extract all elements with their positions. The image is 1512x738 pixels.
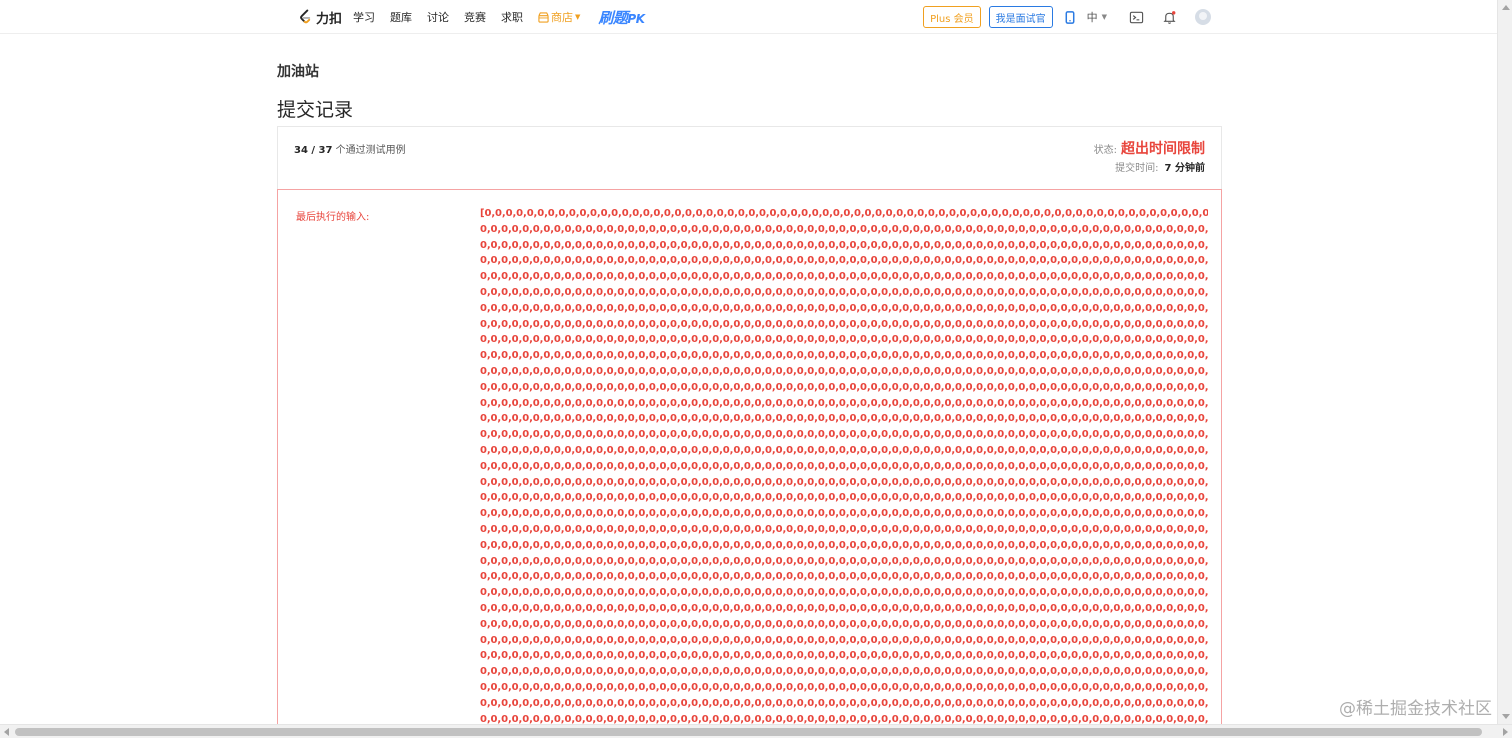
input-line: 0,0,0,0,0,0,0,0,0,0,0,0,0,0,0,0,0,0,0,0,… bbox=[480, 697, 1208, 709]
language-dropdown[interactable]: 中 ▼ bbox=[1087, 9, 1107, 25]
input-line: 0,0,0,0,0,0,0,0,0,0,0,0,0,0,0,0,0,0,0,0,… bbox=[480, 587, 1208, 599]
scroll-down-icon[interactable] bbox=[1502, 714, 1510, 719]
nav-links: 学习 题库 讨论 竞赛 求职 商店 ▼ 刷题PK bbox=[353, 0, 645, 34]
phone-icon[interactable] bbox=[1065, 10, 1075, 24]
submit-time-value: 7 分钟前 bbox=[1164, 163, 1205, 174]
avatar[interactable] bbox=[1195, 9, 1211, 25]
logo-text: 力扣 bbox=[316, 11, 343, 27]
slash-separator: / bbox=[307, 145, 319, 156]
chevron-down-icon: ▼ bbox=[575, 13, 581, 21]
status-badge: 超出时间限制 bbox=[1121, 141, 1205, 157]
input-line: 0,0,0,0,0,0,0,0,0,0,0,0,0,0,0,0,0,0,0,0,… bbox=[480, 666, 1208, 678]
input-line: 0,0,0,0,0,0,0,0,0,0,0,0,0,0,0,0,0,0,0,0,… bbox=[480, 555, 1208, 567]
input-line: 0,0,0,0,0,0,0,0,0,0,0,0,0,0,0,0,0,0,0,0,… bbox=[480, 508, 1208, 520]
input-line: 0,0,0,0,0,0,0,0,0,0,0,0,0,0,0,0,0,0,0,0,… bbox=[480, 650, 1208, 662]
input-line: 0,0,0,0,0,0,0,0,0,0,0,0,0,0,0,0,0,0,0,0,… bbox=[480, 492, 1208, 504]
status-label: 状态: bbox=[1093, 145, 1117, 156]
input-line: 0,0,0,0,0,0,0,0,0,0,0,0,0,0,0,0,0,0,0,0,… bbox=[480, 429, 1208, 441]
input-line: 0,0,0,0,0,0,0,0,0,0,0,0,0,0,0,0,0,0,0,0,… bbox=[480, 539, 1208, 551]
submit-time-line: 提交时间: 7 分钟前 bbox=[1115, 159, 1205, 174]
plus-member-button[interactable]: Plus 会员 bbox=[923, 6, 981, 28]
terminal-icon[interactable] bbox=[1129, 10, 1144, 25]
nav-link-contest[interactable]: 竞赛 bbox=[464, 9, 486, 25]
language-label: 中 bbox=[1086, 11, 1098, 24]
passed-count: 34 bbox=[294, 145, 308, 156]
input-line: 0,0,0,0,0,0,0,0,0,0,0,0,0,0,0,0,0,0,0,0,… bbox=[480, 444, 1208, 456]
input-line: 0,0,0,0,0,0,0,0,0,0,0,0,0,0,0,0,0,0,0,0,… bbox=[480, 334, 1208, 346]
scroll-up-icon[interactable] bbox=[1502, 5, 1510, 10]
pk-label: 刷题 bbox=[598, 8, 628, 27]
input-line-first: [0,0,0,0,0,0,0,0,0,0,0,0,0,0,0,0,0,0,0,0… bbox=[480, 208, 1208, 219]
input-line: 0,0,0,0,0,0,0,0,0,0,0,0,0,0,0,0,0,0,0,0,… bbox=[480, 397, 1208, 409]
brand-title: 加油站 bbox=[277, 64, 319, 80]
input-line: 0,0,0,0,0,0,0,0,0,0,0,0,0,0,0,0,0,0,0,0,… bbox=[480, 318, 1208, 330]
input-line: 0,0,0,0,0,0,0,0,0,0,0,0,0,0,0,0,0,0,0,0,… bbox=[480, 476, 1208, 488]
nav-link-jobs[interactable]: 求职 bbox=[501, 9, 523, 25]
status-line: 状态: 超出时间限制 bbox=[1094, 138, 1205, 158]
nav-link-problems[interactable]: 题库 bbox=[390, 9, 412, 25]
watermark: @稀土掘金技术社区 bbox=[1339, 699, 1492, 719]
input-line: 0,0,0,0,0,0,0,0,0,0,0,0,0,0,0,0,0,0,0,0,… bbox=[480, 602, 1208, 614]
input-line: 0,0,0,0,0,0,0,0,0,0,0,0,0,0,0,0,0,0,0,0,… bbox=[480, 223, 1208, 235]
submit-time-label: 提交时间: bbox=[1115, 163, 1159, 174]
bell-icon[interactable] bbox=[1162, 10, 1177, 25]
input-line: 0,0,0,0,0,0,0,0,0,0,0,0,0,0,0,0,0,0,0,0,… bbox=[480, 618, 1208, 630]
input-line: 0,0,0,0,0,0,0,0,0,0,0,0,0,0,0,0,0,0,0,0,… bbox=[480, 239, 1208, 251]
passed-cases-text: 个通过测试用例 bbox=[335, 145, 406, 156]
input-line: 0,0,0,0,0,0,0,0,0,0,0,0,0,0,0,0,0,0,0,0,… bbox=[480, 255, 1208, 267]
scroll-left-icon[interactable] bbox=[4, 728, 9, 736]
total-count: 37 bbox=[318, 145, 333, 156]
leetcode-logo-icon bbox=[300, 9, 311, 24]
nav-store-dropdown[interactable]: 商店 ▼ bbox=[538, 9, 580, 25]
input-line: 0,0,0,0,0,0,0,0,0,0,0,0,0,0,0,0,0,0,0,0,… bbox=[480, 271, 1208, 283]
chevron-down-icon: ▼ bbox=[1101, 13, 1107, 21]
input-line: 0,0,0,0,0,0,0,0,0,0,0,0,0,0,0,0,0,0,0,0,… bbox=[480, 460, 1208, 472]
horizontal-scroll-thumb[interactable] bbox=[15, 728, 1482, 736]
input-line: 0,0,0,0,0,0,0,0,0,0,0,0,0,0,0,0,0,0,0,0,… bbox=[480, 634, 1208, 646]
page-title: 提交记录 bbox=[277, 99, 354, 121]
store-icon bbox=[538, 11, 549, 23]
last-input-value: [0,0,0,0,0,0,0,0,0,0,0,0,0,0,0,0,0,0,0,0… bbox=[480, 206, 1208, 738]
input-line: 0,0,0,0,0,0,0,0,0,0,0,0,0,0,0,0,0,0,0,0,… bbox=[480, 365, 1208, 377]
pk-suffix: PK bbox=[627, 11, 645, 26]
store-label: 商店 bbox=[551, 11, 573, 24]
input-line: 0,0,0,0,0,0,0,0,0,0,0,0,0,0,0,0,0,0,0,0,… bbox=[480, 302, 1208, 314]
passed-cases-summary: 34 / 37 个通过测试用例 bbox=[294, 141, 406, 156]
input-line: 0,0,0,0,0,0,0,0,0,0,0,0,0,0,0,0,0,0,0,0,… bbox=[480, 413, 1208, 425]
scroll-right-icon[interactable] bbox=[1503, 728, 1508, 736]
input-line: 0,0,0,0,0,0,0,0,0,0,0,0,0,0,0,0,0,0,0,0,… bbox=[480, 286, 1208, 298]
input-line: 0,0,0,0,0,0,0,0,0,0,0,0,0,0,0,0,0,0,0,0,… bbox=[480, 523, 1208, 535]
interviewer-button[interactable]: 我是面试官 bbox=[988, 6, 1053, 28]
input-line: 0,0,0,0,0,0,0,0,0,0,0,0,0,0,0,0,0,0,0,0,… bbox=[480, 381, 1208, 393]
input-line: 0,0,0,0,0,0,0,0,0,0,0,0,0,0,0,0,0,0,0,0,… bbox=[480, 350, 1208, 362]
nav-link-discuss[interactable]: 讨论 bbox=[427, 9, 449, 25]
top-navbar: 力扣 学习 题库 讨论 竞赛 求职 商店 ▼ 刷题PK Plus 会员 我是面试… bbox=[0, 0, 1497, 34]
vertical-scrollbar[interactable] bbox=[1497, 0, 1512, 724]
last-input-label: 最后执行的输入: bbox=[296, 212, 370, 223]
input-line: 0,0,0,0,0,0,0,0,0,0,0,0,0,0,0,0,0,0,0,0,… bbox=[480, 681, 1208, 693]
pk-logo[interactable]: 刷题PK bbox=[598, 7, 645, 28]
navbar-inner: 力扣 学习 题库 讨论 竞赛 求职 商店 ▼ 刷题PK Plus 会员 我是面试… bbox=[298, 0, 1214, 34]
input-line: 0,0,0,0,0,0,0,0,0,0,0,0,0,0,0,0,0,0,0,0,… bbox=[480, 571, 1208, 583]
last-input-card: 最后执行的输入: [0,0,0,0,0,0,0,0,0,0,0,0,0,0,0,… bbox=[277, 189, 1222, 738]
submission-result-card: 34 / 37 个通过测试用例 状态: 超出时间限制 提交时间: 7 分钟前 bbox=[277, 126, 1222, 189]
leetcode-logo[interactable]: 力扣 bbox=[298, 8, 343, 27]
horizontal-scrollbar[interactable] bbox=[0, 724, 1512, 738]
nav-link-learn[interactable]: 学习 bbox=[353, 9, 375, 25]
nav-right: Plus 会员 我是面试官 中 ▼ bbox=[923, 0, 1214, 34]
